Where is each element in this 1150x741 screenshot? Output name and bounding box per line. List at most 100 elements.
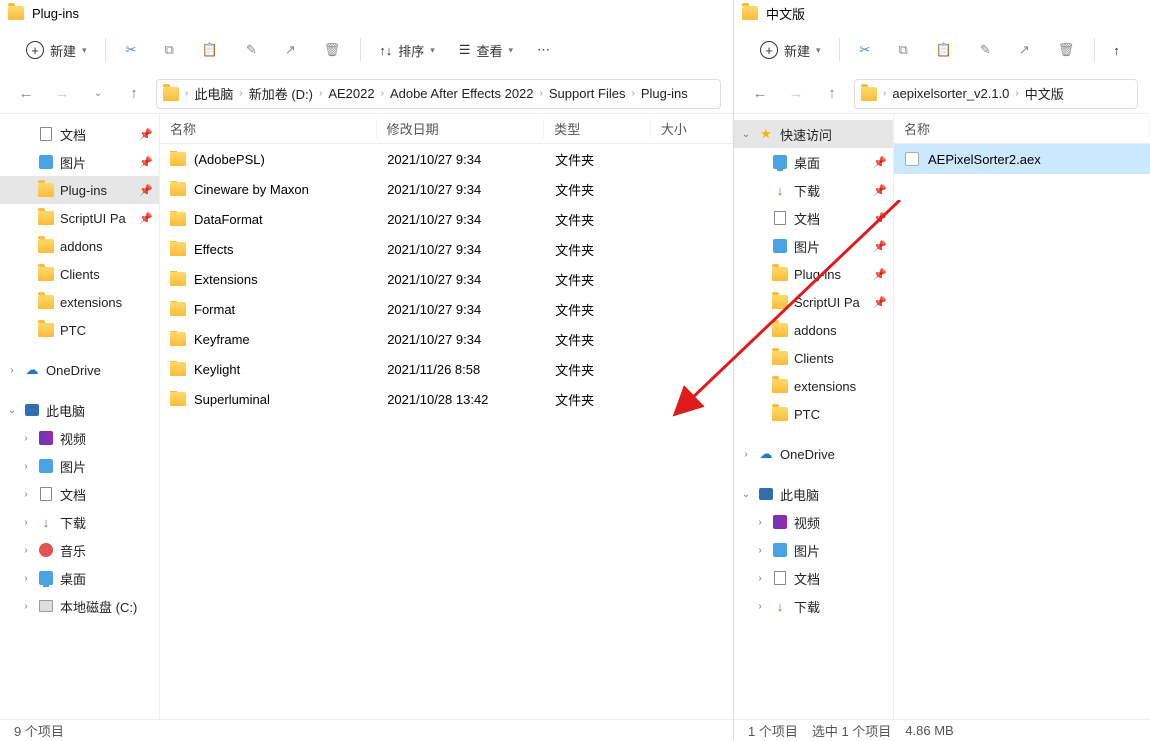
cut-button[interactable]: ✂ xyxy=(848,36,883,64)
file-list[interactable]: AEPixelSorter2.aex xyxy=(894,144,1150,719)
tree-item[interactable]: ›音乐 xyxy=(0,536,159,564)
breadcrumb-item[interactable]: 新加卷 (D:) xyxy=(245,82,317,105)
tree-item[interactable]: ›视频 xyxy=(734,508,893,536)
expand-caret[interactable]: › xyxy=(20,433,32,444)
tree-item[interactable]: Plug-ins📌 xyxy=(0,176,159,204)
expand-caret[interactable]: › xyxy=(20,545,32,556)
file-row[interactable]: DataFormat2021/10/27 9:34文件夹 xyxy=(160,204,733,234)
nav-tree[interactable]: ⌄★快速访问桌面📌↓下载📌文档📌图片📌Plug-ins📌ScriptUI Pa📌… xyxy=(734,114,894,719)
file-row[interactable]: Keyframe2021/10/27 9:34文件夹 xyxy=(160,324,733,354)
tree-item[interactable]: ›图片 xyxy=(734,536,893,564)
sort-button[interactable]: ↑ xyxy=(1103,37,1130,64)
expand-caret[interactable]: › xyxy=(754,517,766,528)
expand-caret[interactable]: › xyxy=(20,461,32,472)
tree-item[interactable]: addons xyxy=(0,232,159,260)
file-row[interactable]: Extensions2021/10/27 9:34文件夹 xyxy=(160,264,733,294)
expand-caret[interactable]: › xyxy=(754,573,766,584)
expand-caret[interactable]: › xyxy=(20,517,32,528)
titlebar[interactable]: Plug-ins xyxy=(0,0,733,26)
forward-button[interactable]: → xyxy=(48,85,76,102)
expand-caret[interactable]: › xyxy=(754,601,766,612)
expand-caret[interactable]: › xyxy=(754,545,766,556)
breadcrumb-item[interactable]: Support Files xyxy=(545,84,630,103)
tree-item[interactable]: ›☁OneDrive xyxy=(734,440,893,468)
col-type[interactable]: 类型 xyxy=(544,119,651,138)
tree-item[interactable]: extensions xyxy=(0,288,159,316)
tree-item[interactable]: addons xyxy=(734,316,893,344)
breadcrumb-item[interactable]: AE2022 xyxy=(324,84,378,103)
up-button[interactable]: ↑ xyxy=(818,85,846,102)
tree-item[interactable]: ⌄此电脑 xyxy=(734,480,893,508)
up-button[interactable]: ↑ xyxy=(120,85,148,102)
file-row[interactable]: AEPixelSorter2.aex xyxy=(894,144,1150,174)
recent-dropdown[interactable]: ⌄ xyxy=(84,88,112,99)
column-headers[interactable]: 名称 xyxy=(894,114,1150,144)
tree-item[interactable]: PTC xyxy=(0,316,159,344)
new-button[interactable]: + 新建 ▾ xyxy=(750,35,831,66)
share-button[interactable]: ↗ xyxy=(1007,36,1042,64)
delete-button[interactable]: 🗑 xyxy=(1046,36,1087,64)
tree-item[interactable]: ScriptUI Pa📌 xyxy=(0,204,159,232)
tree-item[interactable]: ›☁OneDrive xyxy=(0,356,159,384)
col-name[interactable]: 名称 xyxy=(160,119,377,138)
breadcrumb-item[interactable]: 中文版 xyxy=(1021,82,1068,105)
copy-button[interactable]: ⧉ xyxy=(886,36,919,64)
tree-item[interactable]: PTC xyxy=(734,400,893,428)
tree-item[interactable]: ⌄此电脑 xyxy=(0,396,159,424)
share-button[interactable]: ↗ xyxy=(273,36,308,64)
tree-item[interactable]: ›文档 xyxy=(734,564,893,592)
file-row[interactable]: Format2021/10/27 9:34文件夹 xyxy=(160,294,733,324)
breadcrumb-item[interactable]: aepixelsorter_v2.1.0 xyxy=(888,84,1013,103)
expand-caret[interactable]: › xyxy=(20,601,32,612)
col-date[interactable]: 修改日期 xyxy=(377,119,545,138)
delete-button[interactable]: 🗑 xyxy=(312,36,353,64)
expand-caret[interactable]: ⌄ xyxy=(6,405,18,416)
tree-item[interactable]: ›↓下载 xyxy=(734,592,893,620)
tree-item[interactable]: ⌄★快速访问 xyxy=(734,120,893,148)
file-row[interactable]: (AdobePSL)2021/10/27 9:34文件夹 xyxy=(160,144,733,174)
column-headers[interactable]: 名称 修改日期 类型 大小 xyxy=(160,114,733,144)
back-button[interactable]: ← xyxy=(12,85,40,102)
tree-item[interactable]: 图片📌 xyxy=(0,148,159,176)
tree-item[interactable]: Clients xyxy=(734,344,893,372)
tree-item[interactable]: ↓下载📌 xyxy=(734,176,893,204)
nav-tree[interactable]: 文档📌图片📌Plug-ins📌ScriptUI Pa📌addonsClients… xyxy=(0,114,160,719)
tree-item[interactable]: ScriptUI Pa📌 xyxy=(734,288,893,316)
tree-item[interactable]: Clients xyxy=(0,260,159,288)
breadcrumb-item[interactable]: 此电脑 xyxy=(190,82,237,105)
file-row[interactable]: Keylight2021/11/26 8:58文件夹 xyxy=(160,354,733,384)
col-size[interactable]: 大小 xyxy=(651,119,733,138)
expand-caret[interactable]: › xyxy=(20,573,32,584)
paste-button[interactable]: 📋 xyxy=(190,36,230,64)
expand-caret[interactable]: › xyxy=(740,449,752,460)
breadcrumb[interactable]: › 此电脑› 新加卷 (D:)› AE2022› Adobe After Eff… xyxy=(156,79,721,109)
paste-button[interactable]: 📋 xyxy=(924,36,964,64)
tree-item[interactable]: ›文档 xyxy=(0,480,159,508)
breadcrumb[interactable]: › aepixelsorter_v2.1.0› 中文版 xyxy=(854,79,1138,109)
rename-button[interactable]: ✎ xyxy=(234,36,269,64)
expand-caret[interactable]: ⌄ xyxy=(740,129,752,140)
sort-button[interactable]: ↑↓ 排序 ▾ xyxy=(369,35,445,66)
copy-button[interactable]: ⧉ xyxy=(152,36,185,64)
tree-item[interactable]: ›↓下载 xyxy=(0,508,159,536)
view-button[interactable]: ☰ 查看 ▾ xyxy=(449,35,523,66)
back-button[interactable]: ← xyxy=(746,85,774,102)
new-button[interactable]: + 新建 ▾ xyxy=(16,35,97,66)
col-name[interactable]: 名称 xyxy=(894,119,1150,138)
tree-item[interactable]: ›本地磁盘 (C:) xyxy=(0,592,159,620)
file-row[interactable]: Superluminal2021/10/28 13:42文件夹 xyxy=(160,384,733,414)
breadcrumb-item[interactable]: Adobe After Effects 2022 xyxy=(386,84,538,103)
file-list[interactable]: (AdobePSL)2021/10/27 9:34文件夹Cineware by … xyxy=(160,144,733,719)
expand-caret[interactable]: › xyxy=(6,365,18,376)
breadcrumb-item[interactable]: Plug-ins xyxy=(637,84,692,103)
tree-item[interactable]: extensions xyxy=(734,372,893,400)
tree-item[interactable]: ›视频 xyxy=(0,424,159,452)
file-row[interactable]: Cineware by Maxon2021/10/27 9:34文件夹 xyxy=(160,174,733,204)
expand-caret[interactable]: › xyxy=(20,489,32,500)
tree-item[interactable]: ›图片 xyxy=(0,452,159,480)
tree-item[interactable]: 图片📌 xyxy=(734,232,893,260)
tree-item[interactable]: ›桌面 xyxy=(0,564,159,592)
tree-item[interactable]: 文档📌 xyxy=(0,120,159,148)
cut-button[interactable]: ✂ xyxy=(114,36,149,64)
file-row[interactable]: Effects2021/10/27 9:34文件夹 xyxy=(160,234,733,264)
